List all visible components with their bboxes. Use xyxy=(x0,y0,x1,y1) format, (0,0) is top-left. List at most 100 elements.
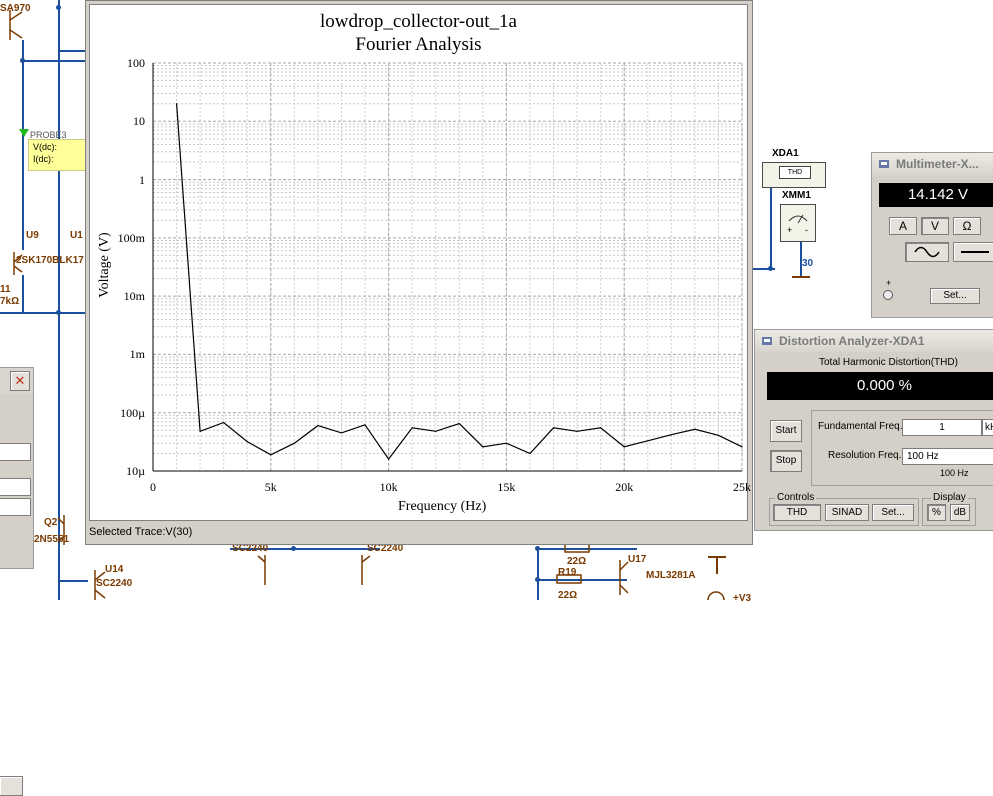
data-point xyxy=(340,432,343,434)
dc-mode-button[interactable] xyxy=(953,242,993,262)
data-point xyxy=(246,440,248,443)
fundamental-unit-select[interactable]: kH xyxy=(982,419,993,436)
left-field[interactable] xyxy=(0,498,31,516)
meter-icon xyxy=(788,214,808,224)
left-field[interactable] xyxy=(0,443,31,461)
probe-voltage: V(dc): xyxy=(33,142,58,152)
data-point xyxy=(199,430,201,432)
data-point xyxy=(293,442,295,444)
data-point xyxy=(600,427,602,429)
instrument-icon xyxy=(762,337,772,345)
left-field[interactable] xyxy=(0,478,31,496)
data-point xyxy=(576,430,578,432)
stop-button[interactable]: Stop xyxy=(770,450,802,472)
component-label[interactable]: 11 xyxy=(0,284,11,295)
multimeter-title[interactable]: Multimeter-X... xyxy=(872,153,993,175)
resolution-note: 100 Hz xyxy=(940,468,969,478)
display-label: Display xyxy=(931,492,968,503)
db-button[interactable]: dB xyxy=(950,504,970,521)
data-point xyxy=(552,427,555,429)
y-tick-label: 1 xyxy=(139,172,145,187)
data-point xyxy=(175,103,178,105)
xmm1-minus: - xyxy=(805,225,808,235)
data-point xyxy=(388,458,390,460)
xda1-label: XDA1 xyxy=(772,148,799,159)
close-icon[interactable]: ✕ xyxy=(10,371,30,391)
mode-voltmeter-button[interactable]: V xyxy=(921,217,949,235)
probe-tooltip: V(dc): I(dc): xyxy=(28,139,86,171)
x-tick-label: 5k xyxy=(264,480,277,494)
data-point xyxy=(317,425,319,427)
data-point xyxy=(647,440,649,442)
data-point xyxy=(529,452,531,455)
plot-panel[interactable]: lowdrop_collector-out_1a Fourier Analysi… xyxy=(89,4,751,521)
y-tick-label: 1m xyxy=(129,347,145,362)
probe-current: I(dc): xyxy=(33,154,54,164)
fundamental-freq-input[interactable]: 1 xyxy=(902,419,982,436)
mode-ammeter-button[interactable]: A xyxy=(889,217,917,235)
component-label[interactable]: SC2240 xyxy=(96,578,132,589)
grapher-window[interactable]: lowdrop_collector-out_1a Fourier Analysi… xyxy=(85,0,753,545)
component-label[interactable]: 22Ω xyxy=(558,590,577,601)
component-label[interactable]: U14 xyxy=(105,564,123,575)
distortion-analyzer-window[interactable]: Distortion Analyzer-XDA1 Total Harmonic … xyxy=(754,329,993,531)
x-tick-label: 0 xyxy=(150,480,156,494)
resolution-freq-label: Resolution Freq. xyxy=(828,450,902,461)
distortion-set-button[interactable]: Set... xyxy=(872,504,914,521)
multimeter-window[interactable]: Multimeter-X... 14.142 V A V Ω + Set... xyxy=(871,152,993,318)
data-point xyxy=(364,424,366,426)
multimeter-reading: 14.142 V xyxy=(879,183,993,207)
thd-reading: 0.000 % xyxy=(767,372,993,400)
series-line xyxy=(176,103,743,461)
start-button[interactable]: Start xyxy=(770,420,802,442)
data-point xyxy=(670,434,672,436)
y-tick-label: 100 xyxy=(127,56,145,70)
distortion-title[interactable]: Distortion Analyzer-XDA1 xyxy=(755,330,993,352)
mode-ohmmeter-button[interactable]: Ω xyxy=(953,217,981,235)
data-point xyxy=(223,421,225,424)
component-label[interactable]: U17 xyxy=(628,554,646,565)
sine-wave-icon xyxy=(914,246,940,258)
data-point xyxy=(505,442,507,444)
component-label[interactable]: R19 xyxy=(558,567,576,578)
component-label[interactable]: SA970 xyxy=(0,3,31,14)
data-point xyxy=(458,423,460,425)
xda1-inner: THD xyxy=(779,166,811,179)
component-label[interactable]: 22Ω xyxy=(567,556,586,567)
resolution-freq-select[interactable]: 100 Hz xyxy=(902,448,993,465)
fourier-chart[interactable] xyxy=(90,5,747,520)
multimeter-set-button[interactable]: Set... xyxy=(930,288,980,304)
net-label-30[interactable]: 30 xyxy=(802,258,813,269)
component-label[interactable]: Q2 xyxy=(44,517,57,528)
waveform-button[interactable] xyxy=(0,776,23,796)
component-label[interactable]: 2SK170BLK17 xyxy=(16,255,84,266)
y-axis-label: Voltage (V) xyxy=(97,232,112,298)
data-point xyxy=(482,446,484,448)
multimeter-plus: + xyxy=(886,278,892,288)
x-tick-label: 15k xyxy=(497,480,516,494)
component-label[interactable]: 7kΩ xyxy=(0,296,19,307)
sinad-mode-button[interactable]: SINAD xyxy=(825,504,869,521)
xmm1-label: XMM1 xyxy=(782,190,811,201)
thd-mode-button[interactable]: THD xyxy=(773,504,821,521)
component-label[interactable]: U1 xyxy=(70,230,83,241)
left-partial-window: ✕ xyxy=(0,367,34,796)
fundamental-freq-label: Fundamental Freq. xyxy=(818,421,903,432)
data-point xyxy=(717,434,720,436)
xmm1-instrument[interactable]: XMM1 + - xyxy=(778,190,818,245)
ac-mode-button[interactable] xyxy=(905,242,949,262)
percent-button[interactable]: % xyxy=(927,504,946,521)
probe-marker-icon[interactable] xyxy=(19,129,29,137)
terminal-icon[interactable] xyxy=(883,290,893,300)
component-label[interactable]: +V3 xyxy=(733,593,751,604)
data-point xyxy=(411,427,413,429)
data-point xyxy=(270,454,272,456)
component-label[interactable]: MJL3281A xyxy=(646,570,695,581)
component-label[interactable]: U9 xyxy=(26,230,39,241)
data-point xyxy=(435,430,437,432)
data-point xyxy=(623,446,625,448)
component-label[interactable]: 2N5551 xyxy=(34,534,69,545)
controls-label: Controls xyxy=(775,492,817,503)
instrument-icon xyxy=(879,160,889,168)
xda1-instrument[interactable]: XDA1 THD xyxy=(760,148,830,190)
